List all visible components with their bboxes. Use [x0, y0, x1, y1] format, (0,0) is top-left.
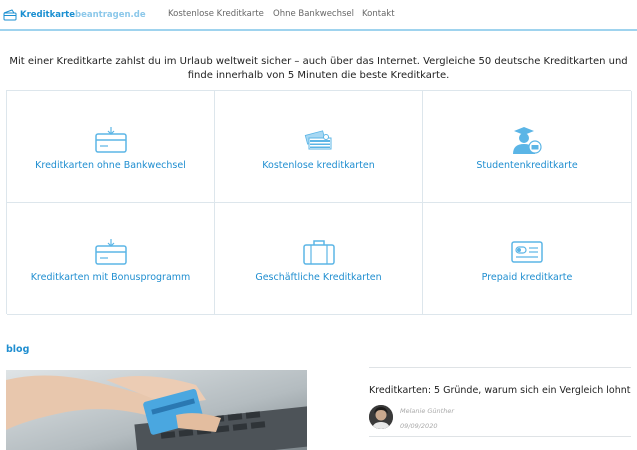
article-author: Melanie Günther — [400, 407, 455, 415]
article-divider — [369, 367, 631, 368]
category-grid: Kreditkarten ohne Bankwechsel Kostenlose… — [6, 90, 632, 315]
graduate-card-icon — [507, 125, 547, 155]
logo-text-secondary: beantragen.de — [75, 10, 146, 20]
category-label: Studentenkreditkarte — [476, 160, 578, 171]
card-terminal-icon — [91, 125, 131, 155]
intro-text: Mit einer Kreditkarte zahlst du im Urlau… — [9, 56, 628, 81]
nav-ohne-bankwechsel[interactable]: Ohne Bankwechsel — [273, 9, 354, 19]
category-label: Prepaid kreditkarte — [481, 272, 573, 283]
logo-text-primary: Kreditkarte — [20, 10, 76, 20]
blog-heading: blog — [6, 344, 30, 355]
briefcase-icon — [299, 237, 339, 267]
category-tile-kostenlose[interactable]: Kostenlose kreditkarten — [215, 91, 423, 203]
category-tile-ohne-bankwechsel[interactable]: Kreditkarten ohne Bankwechsel — [7, 91, 215, 203]
category-label: Kostenlose kreditkarten — [262, 160, 375, 171]
site-logo[interactable]: Kreditkartebeantragen.de — [3, 7, 146, 23]
nav-kontakt[interactable]: Kontakt — [362, 9, 395, 19]
category-label: Kreditkarten ohne Bankwechsel — [35, 160, 186, 171]
nav-kostenlose-kreditkarte[interactable]: Kostenlose Kreditkarte — [168, 9, 264, 19]
category-tile-geschaeftlich[interactable]: Geschäftliche Kreditkarten — [215, 203, 423, 315]
category-tile-studenten[interactable]: Studentenkreditkarte — [423, 91, 632, 203]
card-terminal-icon — [91, 237, 131, 267]
category-label: Geschäftliche Kreditkarten — [255, 272, 382, 283]
article-date: 09/09/2020 — [400, 422, 438, 430]
category-tile-bonusprogramm[interactable]: Kreditkarten mit Bonusprogramm — [7, 203, 215, 315]
category-tile-prepaid[interactable]: Prepaid kreditkarte — [423, 203, 632, 315]
card-logo-icon — [3, 9, 17, 21]
money-stack-icon — [299, 125, 339, 155]
site-header: Kreditkartebeantragen.de Kostenlose Kred… — [0, 0, 637, 31]
category-label: Kreditkarten mit Bonusprogramm — [30, 272, 191, 283]
prepaid-card-icon — [507, 237, 547, 267]
article-divider — [369, 436, 631, 437]
avatar — [369, 405, 393, 429]
blog-article-image[interactable] — [6, 370, 307, 450]
article-title[interactable]: Kreditkarten: 5 Gründe, warum sich ein V… — [369, 385, 630, 396]
